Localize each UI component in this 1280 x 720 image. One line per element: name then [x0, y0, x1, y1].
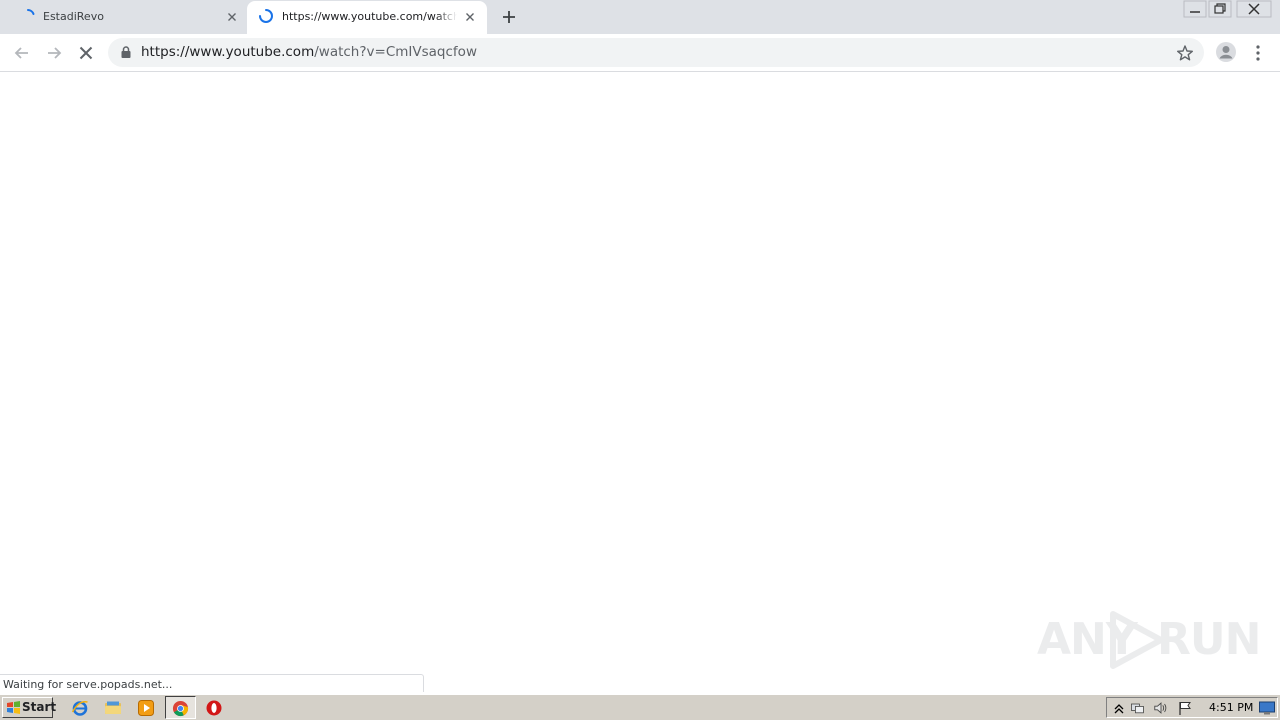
tab-title: https://www.youtube.com/watch?v=CmIVsaqc…	[282, 10, 457, 23]
status-bubble: Waiting for serve.popads.net...	[0, 674, 424, 692]
tab-spinner-icon	[27, 9, 35, 15]
kebab-menu-icon[interactable]	[1251, 42, 1265, 64]
taskbar: Start 4:51 PM	[0, 694, 1280, 720]
tab-title: EstadiRevo	[43, 10, 104, 23]
close-icon[interactable]	[224, 9, 240, 25]
page-viewport	[0, 72, 1280, 692]
forward-arrow-icon[interactable]	[43, 42, 65, 64]
stop-icon[interactable]	[75, 42, 97, 64]
explorer-folder-icon[interactable]	[104, 699, 122, 717]
start-label: Start	[22, 700, 57, 714]
tab-youtube[interactable]: https://www.youtube.com/watch?v=CmIVsaqc…	[247, 1, 487, 34]
clock[interactable]: 4:51 PM	[1209, 701, 1253, 714]
browser-toolbar: https://www.youtube.com/watch?v=CmIVsaqc…	[0, 34, 1280, 72]
url-text: https://www.youtube.com/watch?v=CmIVsaqc…	[141, 44, 477, 60]
window-close-icon[interactable]	[1236, 0, 1272, 18]
chrome-icon	[172, 700, 189, 717]
action-center-flag-icon[interactable]	[1177, 700, 1193, 716]
tab-spinner-icon	[259, 9, 273, 23]
ie-icon[interactable]	[71, 699, 89, 717]
tab-strip: EstadiRevo https://www.youtube.com/watch…	[0, 0, 1280, 34]
tab-estadirevo[interactable]: EstadiRevo	[0, 0, 246, 34]
system-tray: 4:51 PM	[1106, 697, 1278, 718]
close-icon[interactable]	[462, 9, 478, 25]
address-bar[interactable]: https://www.youtube.com/watch?v=CmIVsaqc…	[108, 38, 1204, 67]
restore-icon[interactable]	[1208, 0, 1232, 18]
windows-flag-icon	[7, 701, 20, 714]
network-icon[interactable]	[1129, 700, 1145, 716]
profile-icon[interactable]	[1215, 41, 1237, 63]
volume-icon[interactable]	[1153, 700, 1169, 716]
url-path: /watch?v=CmIVsaqcfow	[314, 44, 477, 60]
start-button[interactable]: Start	[2, 697, 57, 718]
star-icon[interactable]	[1176, 44, 1194, 62]
opera-icon[interactable]	[205, 699, 223, 717]
anyrun-watermark: ANY RUN	[1037, 608, 1261, 672]
lock-icon	[121, 46, 131, 58]
plus-icon[interactable]	[498, 6, 520, 28]
back-arrow-icon[interactable]	[11, 42, 33, 64]
minimize-icon[interactable]	[1183, 0, 1207, 18]
taskbar-chrome-button[interactable]	[165, 696, 196, 719]
url-host: https://www.youtube.com	[141, 44, 315, 60]
watermark-right-text: RUN	[1157, 614, 1261, 665]
show-desktop-icon[interactable]	[1259, 700, 1275, 716]
tray-arrow-icon[interactable]	[1111, 700, 1127, 716]
media-player-icon[interactable]	[137, 699, 155, 717]
